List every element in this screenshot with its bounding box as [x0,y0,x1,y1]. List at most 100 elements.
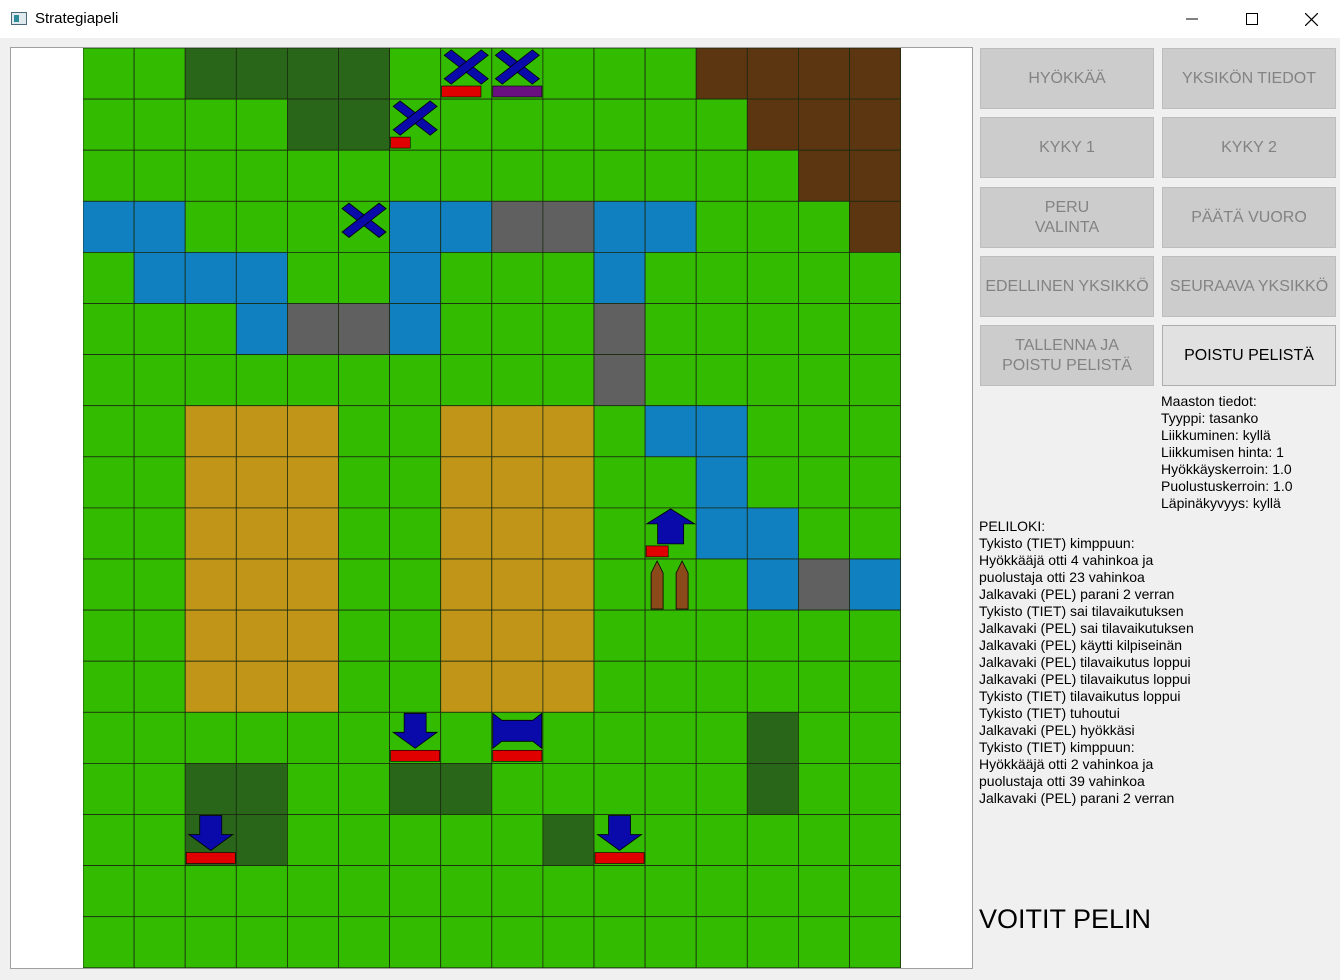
map-tile[interactable] [440,405,493,458]
map-tile[interactable] [389,354,442,407]
map-tile[interactable] [133,660,186,713]
next-unit-button[interactable]: SEURAAVA YKSIKKÖ [1162,256,1336,317]
map-tile[interactable] [798,507,850,560]
map-tile[interactable] [695,609,748,662]
map-tile[interactable] [491,814,544,866]
map-tile[interactable] [83,558,135,611]
map-tile[interactable] [133,814,186,866]
map-tile[interactable] [644,48,697,100]
map-tile[interactable] [542,865,595,918]
map-tile[interactable] [491,303,544,355]
map-tile[interactable] [338,916,390,968]
map-tile[interactable] [798,814,850,866]
map-tile[interactable] [644,303,697,355]
map-tile[interactable] [644,916,697,968]
map-tile[interactable] [389,251,442,304]
map-tile[interactable] [83,865,135,918]
map-tile[interactable] [286,916,339,968]
map-tile[interactable] [644,251,697,304]
map-tile[interactable] [491,200,544,253]
map-tile[interactable] [286,456,339,509]
map-tile[interactable] [235,251,288,304]
map-tile[interactable] [235,609,288,662]
map-tile[interactable] [798,354,850,407]
map-tile[interactable] [746,456,799,509]
map-tile[interactable] [440,456,493,509]
map-tile[interactable] [440,711,493,764]
map-tile[interactable] [746,200,799,253]
map-tile[interactable] [746,405,799,458]
map-tile[interactable] [440,609,493,662]
map-tile[interactable] [695,507,748,560]
map-tile[interactable] [133,303,186,355]
map-tile[interactable] [184,48,237,100]
minimize-button[interactable] [1162,0,1222,38]
map-tile[interactable] [235,149,288,202]
map-tile[interactable] [746,763,799,815]
map-tile[interactable] [184,507,237,560]
map-tile[interactable] [849,251,901,304]
map-tile[interactable] [184,865,237,918]
map-tile[interactable] [746,814,799,866]
map-tile[interactable] [338,456,390,509]
map-tile[interactable] [286,149,339,202]
map-tile[interactable] [695,814,748,866]
map-tile[interactable] [286,711,339,764]
attack-button[interactable]: HYÖKKÄÄ [980,48,1154,109]
map-tile[interactable] [133,149,186,202]
map-tile[interactable] [286,354,339,407]
map-tile[interactable] [338,814,390,866]
map-tile[interactable] [593,711,646,764]
map-tile[interactable] [746,558,799,611]
map-tile[interactable] [798,711,850,764]
map-tile[interactable] [849,916,901,968]
map-tile[interactable] [593,609,646,662]
map-tile[interactable] [542,200,595,253]
map-tile[interactable] [338,48,390,100]
map-tile[interactable] [542,711,595,764]
map-tile[interactable] [593,251,646,304]
save-and-exit-button[interactable]: TALLENNA JA POISTU PELISTÄ [980,325,1154,386]
map-tile[interactable] [184,558,237,611]
map-tile[interactable] [798,200,850,253]
map-tile[interactable] [83,98,135,151]
map-tile[interactable] [83,48,135,100]
map-tile[interactable] [542,48,595,100]
map-tile[interactable] [338,711,390,764]
map-tile[interactable] [644,456,697,509]
map-tile[interactable] [542,354,595,407]
map-tile[interactable] [491,558,544,611]
map-tile[interactable] [593,48,646,100]
map-tile[interactable] [235,763,288,815]
map-tile[interactable] [593,149,646,202]
map-tile[interactable] [798,405,850,458]
map-tile[interactable] [491,507,544,560]
map-tile[interactable] [491,660,544,713]
map-tile[interactable] [542,763,595,815]
map-tile[interactable] [133,48,186,100]
map-tile[interactable] [798,149,850,202]
map-tile[interactable] [338,763,390,815]
map-tile[interactable] [542,507,595,560]
map-tile[interactable] [695,916,748,968]
map-tile[interactable] [695,405,748,458]
map-tile[interactable] [235,814,288,866]
map-tile[interactable] [593,558,646,611]
map-tile[interactable] [338,660,390,713]
map-tile[interactable] [235,456,288,509]
map-tile[interactable] [593,456,646,509]
map-tile[interactable] [491,98,544,151]
maximize-button[interactable] [1222,0,1282,38]
map-tile[interactable] [235,558,288,611]
map-tile[interactable] [235,507,288,560]
map-tile[interactable] [695,763,748,815]
map-tile[interactable] [184,354,237,407]
map-tile[interactable] [798,609,850,662]
map-tile[interactable] [83,303,135,355]
map-tile[interactable] [593,303,646,355]
map-tile[interactable] [644,711,697,764]
map-tile[interactable] [491,354,544,407]
map-tile[interactable] [798,916,850,968]
map-tile[interactable] [338,149,390,202]
map-tile[interactable] [849,507,901,560]
